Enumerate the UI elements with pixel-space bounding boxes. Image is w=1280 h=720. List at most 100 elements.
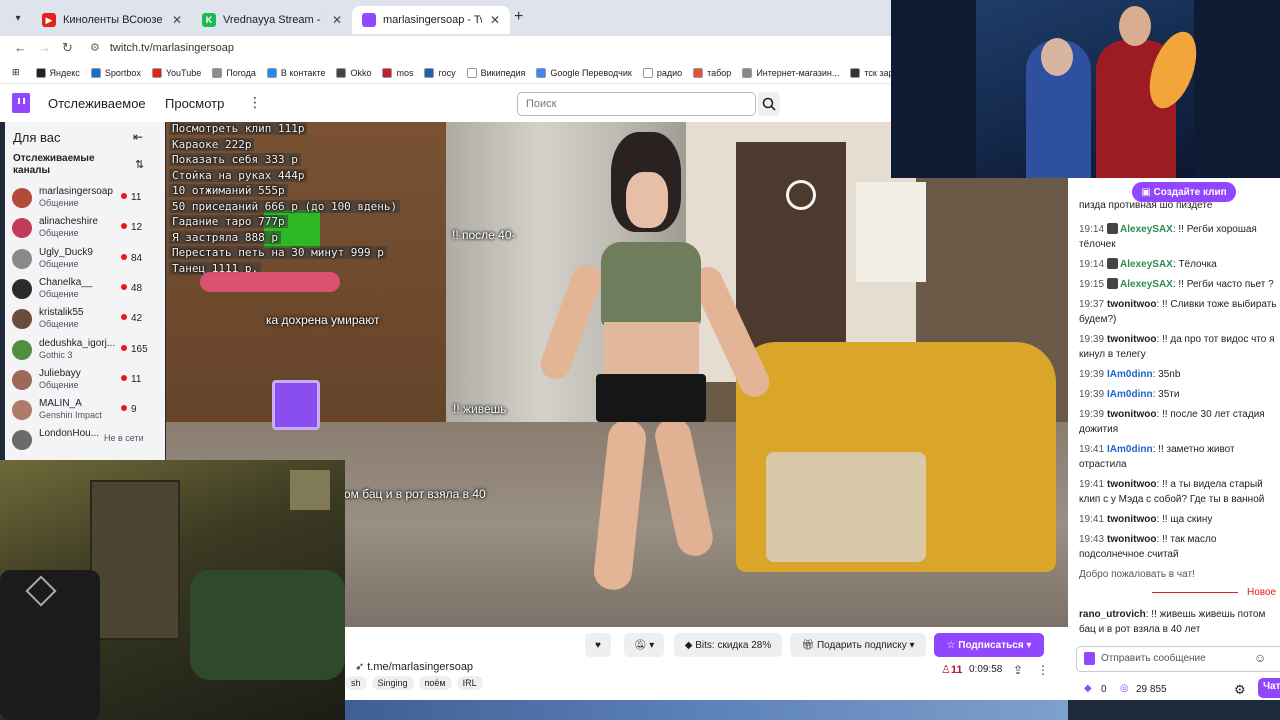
chat-username[interactable]: twonitwoo: [1107, 409, 1156, 420]
sidebar-channel[interactable]: Juliebayy Общение 11: [12, 368, 162, 394]
collapse-sidebar-icon[interactable]: ⇤: [133, 130, 143, 144]
bookmark-favicon-icon: [642, 67, 653, 78]
bookmark-item[interactable]: тск заря: [850, 67, 891, 78]
channel-category: Gothic 3: [39, 349, 73, 360]
bookmark-item[interactable]: радио: [642, 67, 682, 78]
live-dot-icon: [121, 253, 127, 260]
bookmark-item[interactable]: YouTube: [151, 67, 201, 78]
overlay-price-item: Я застряла 888 р: [169, 230, 369, 247]
avatar: [12, 430, 32, 451]
more-options-icon[interactable]: ⋮: [248, 94, 262, 111]
sort-icon[interactable]: ⇅: [135, 158, 144, 171]
channel-points-icon[interactable]: ◎: [1120, 683, 1129, 694]
bookmark-item[interactable]: Яндекс: [35, 67, 80, 78]
chat-timestamp: 19:41: [1079, 479, 1105, 490]
chat-username[interactable]: twonitwoo: [1107, 479, 1156, 490]
create-clip-button[interactable]: ▣ Создайте клип: [1132, 182, 1236, 202]
twitch-logo-icon[interactable]: [12, 93, 30, 113]
browser-tab-3-active[interactable]: marlasingersoap - Twitch ✕: [352, 6, 510, 34]
video-cushion: [766, 452, 926, 562]
bookmark-item[interactable]: mos: [382, 67, 414, 78]
chat-username[interactable]: IAm0dinn: [1107, 369, 1153, 380]
bits-button[interactable]: ◆ Bits: скидка 28%: [674, 633, 782, 657]
chat-message: 19:39 twonitwoo: !! да про тот видос что …: [1079, 334, 1275, 360]
sidebar-channel[interactable]: LondonHou... Не в сети: [12, 428, 162, 454]
reload-icon[interactable]: ↻: [62, 40, 73, 56]
search-input[interactable]: Поиск: [517, 92, 756, 116]
sidebar-channel[interactable]: dedushka_igorj... Gothic 3 165: [12, 338, 162, 364]
chat-username[interactable]: AlexeySAX: [1120, 279, 1173, 290]
browser-tab-1[interactable]: ▶ Киноленты ВСоюзе — смотре ✕: [32, 6, 192, 34]
chat-input[interactable]: Отправить сообщение ☺: [1076, 646, 1280, 672]
close-tab-icon[interactable]: ✕: [332, 13, 342, 27]
overlay-price-item: Стойка на руках 444р: [169, 168, 369, 185]
chat-username[interactable]: AlexeySAX: [1120, 259, 1173, 270]
emote-icon[interactable]: ☺: [1254, 651, 1266, 665]
nav-following[interactable]: Отслеживаемое: [48, 96, 146, 111]
follow-heart-button[interactable]: ♥: [585, 633, 611, 657]
overlay-price-text: Перестать петь на 30 минут 999 р: [169, 246, 387, 259]
search-button[interactable]: [758, 92, 780, 116]
chat-username[interactable]: twonitwoo: [1107, 514, 1156, 525]
sidebar-channel[interactable]: Chanelka__ Общение 48: [12, 277, 162, 303]
chat-username[interactable]: twonitwoo: [1107, 299, 1156, 310]
bookmark-item[interactable]: табор: [693, 67, 731, 78]
sidebar-channel[interactable]: kristalik55 Общение 42: [12, 307, 162, 333]
chat-badge-icon[interactable]: [1107, 258, 1119, 269]
chat-settings-icon[interactable]: ⚙: [1234, 682, 1246, 698]
notifications-button[interactable]: 🔕︎ ▾: [624, 633, 664, 657]
close-tab-icon[interactable]: ✕: [172, 13, 182, 27]
bookmark-label: Интернет-магазин...: [756, 67, 840, 78]
chat-username[interactable]: rano_utrovich: [1079, 609, 1146, 620]
chat-send-button[interactable]: Чат: [1258, 678, 1280, 698]
stream-tag[interactable]: поём: [418, 676, 452, 690]
bookmark-item[interactable]: Википедия: [466, 67, 525, 78]
telegram-link[interactable]: ➶ t.me/marlasingersoap: [355, 660, 473, 673]
apps-grid-icon[interactable]: ⊞: [12, 67, 20, 78]
site-info-icon[interactable]: ⚙: [90, 42, 100, 54]
bookmark-item[interactable]: Интернет-магазин...: [742, 67, 840, 78]
chat-message: 19:37 twonitwoo: !! Сливки тоже выбирать …: [1079, 299, 1277, 325]
new-tab-icon[interactable]: +: [514, 8, 523, 26]
forward-arrow-icon[interactable]: →: [38, 40, 51, 55]
bits-balance-icon[interactable]: ◆: [1084, 683, 1092, 694]
chat-badge-icon[interactable]: [1107, 223, 1119, 234]
stream-tag[interactable]: sh: [345, 676, 367, 690]
overlay-price-item: Гадание таро 777р: [169, 215, 369, 231]
sidebar-channel[interactable]: MALIN_A Genshin Impact 9: [12, 398, 162, 424]
chat-timestamp: 19:39: [1079, 334, 1105, 345]
chat-username[interactable]: twonitwoo: [1107, 534, 1156, 545]
subscribe-button[interactable]: ☆ Подписаться ▾: [934, 633, 1044, 657]
bookmark-item[interactable]: Погода: [212, 67, 256, 78]
bookmark-item[interactable]: Okko: [336, 67, 371, 78]
bits-cheer-icon[interactable]: [1084, 652, 1095, 665]
twitch-favicon-icon: [362, 13, 376, 27]
chat-username[interactable]: AlexeySAX: [1120, 224, 1173, 235]
back-arrow-icon[interactable]: ←: [14, 40, 27, 55]
channel-name: Chanelka__: [39, 276, 93, 288]
close-tab-icon[interactable]: ✕: [490, 13, 500, 27]
sidebar-channel[interactable]: alinacheshire Общение 12: [12, 216, 162, 242]
chat-username[interactable]: IAm0dinn: [1107, 389, 1153, 400]
share-icon[interactable]: ⇪: [1013, 663, 1023, 677]
chat-badge-icon[interactable]: [1107, 278, 1119, 289]
gift-sub-button[interactable]: 🎁︎ Подарить подписку ▾: [790, 633, 926, 657]
stream-tag[interactable]: Singing: [371, 676, 414, 690]
bookmark-item[interactable]: госу: [424, 67, 456, 78]
bookmark-item[interactable]: Google Переводчик: [536, 67, 632, 78]
avatar: [12, 369, 32, 390]
sidebar-channel[interactable]: marlasingersoap Общение 11: [12, 186, 162, 212]
stream-tag[interactable]: IRL: [456, 676, 483, 690]
tab-search-chevron-icon[interactable]: ▾: [8, 9, 28, 29]
sidebar-channel[interactable]: Ugly_Duck9 Общение 84: [12, 247, 162, 273]
chat-username[interactable]: twonitwoo: [1107, 334, 1156, 345]
bookmark-item[interactable]: Sportbox: [90, 67, 141, 78]
browser-tab-2[interactable]: K Vrednayya Stream - Watch Live ✕: [192, 6, 352, 34]
chat-username[interactable]: IAm0dinn: [1107, 444, 1153, 455]
bookmark-item[interactable]: В контакте: [266, 67, 325, 78]
more-options-icon[interactable]: ⋮: [1037, 663, 1049, 677]
bookmark-label: mos: [396, 67, 414, 78]
chat-message: 19:41 IAm0dinn: !! заметно живот отрастил…: [1079, 444, 1235, 470]
url-field[interactable]: ⚙ twitch.tv/marlasingersoap: [90, 41, 234, 54]
nav-browse[interactable]: Просмотр: [165, 96, 224, 111]
